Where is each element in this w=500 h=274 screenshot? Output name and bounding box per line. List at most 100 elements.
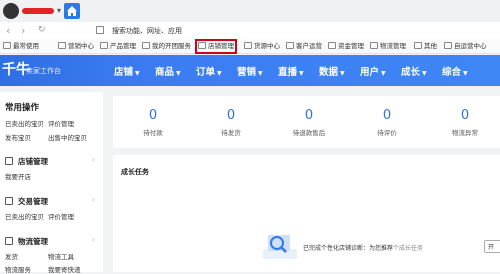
folder-icon xyxy=(3,42,11,49)
folder-icon xyxy=(142,42,150,49)
menu-label: 用户 xyxy=(360,67,380,78)
bookmark-other[interactable]: 其他 xyxy=(414,42,437,51)
stat-label: 待评价 xyxy=(377,129,397,137)
menu-marketing[interactable]: 营销 ▼ xyxy=(237,64,263,78)
sidebar: 常用操作 已卖出的宝贝 评价管理 发布宝贝 出售中的宝贝 店铺管理 › 我要开店… xyxy=(0,92,103,274)
start-button[interactable]: 开 xyxy=(484,240,500,253)
sidebar-link[interactable]: 发布宝贝 xyxy=(5,132,31,142)
sidebar-link[interactable]: 已卖出的宝贝 xyxy=(5,211,44,221)
folder-icon xyxy=(244,42,252,49)
growth-title: 成长任务 xyxy=(121,168,149,176)
bookmark-label: 客户运营 xyxy=(296,42,322,50)
sidebar-section-store[interactable]: 店铺管理 xyxy=(5,156,48,167)
sidebar-link[interactable]: 评价管理 xyxy=(48,118,74,128)
home-icon xyxy=(67,6,77,16)
stat-label: 待发货 xyxy=(221,129,241,137)
chevron-down-icon: ▼ xyxy=(176,70,181,77)
chevron-down-icon: ▼ xyxy=(463,70,468,77)
bookmark-products[interactable]: 产品管理 xyxy=(100,42,136,51)
dropdown-caret-icon[interactable]: ▾ xyxy=(57,6,61,15)
back-icon[interactable]: ‹ xyxy=(6,24,10,37)
bookmark-label: 店铺管理 xyxy=(208,42,234,50)
menu-users[interactable]: 用户 ▼ xyxy=(360,64,386,78)
forward-icon[interactable]: › xyxy=(21,24,25,37)
menu-general[interactable]: 综合 ▼ xyxy=(442,64,468,78)
search-input[interactable]: 搜索功能、网址、应用 xyxy=(112,26,182,36)
bookmark-funds[interactable]: 资金管理 xyxy=(328,42,364,51)
stat-value: 0 xyxy=(226,108,236,123)
sidebar-link[interactable]: 已卖出的宝贝 xyxy=(5,118,44,128)
browser-topbar: ▾ xyxy=(0,0,500,23)
trade-icon xyxy=(5,197,13,205)
stat-label: 待退款售后 xyxy=(292,129,326,137)
sidebar-title: 常用操作 xyxy=(5,103,40,113)
bookmark-most-used[interactable]: 最常使用 xyxy=(3,42,39,51)
info-link[interactable]: 为您推荐 xyxy=(369,245,393,252)
menu-label: 营销 xyxy=(237,67,257,78)
bookmark-store-management[interactable]: 店铺管理 xyxy=(195,39,237,54)
menu-products[interactable]: 商品 ▼ xyxy=(155,64,181,78)
menu-live[interactable]: 直播 ▼ xyxy=(278,64,304,78)
menu-orders[interactable]: 订单 ▼ xyxy=(196,64,222,78)
window-icon[interactable] xyxy=(96,26,104,34)
diagnosis-illustration-icon xyxy=(263,235,297,259)
reload-icon[interactable]: ↻ xyxy=(38,25,46,35)
menu-label: 店铺 xyxy=(114,67,134,78)
chevron-down-icon: ▼ xyxy=(299,70,304,77)
logo-subtitle: 卖家工作台 xyxy=(26,67,61,75)
chevron-right-icon[interactable]: › xyxy=(92,156,95,164)
bookmark-logistics[interactable]: 物流管理 xyxy=(370,42,406,51)
sidebar-link[interactable]: 物流工具 xyxy=(48,251,74,261)
folder-icon xyxy=(414,42,422,49)
home-tab-button[interactable] xyxy=(64,3,80,19)
bookmark-label: 其他 xyxy=(424,42,437,50)
diagnosis-info: 已完成个性化店铺诊断：为您推荐个成长任务 xyxy=(303,243,423,252)
section-label: 物流管理 xyxy=(18,237,48,246)
folder-icon xyxy=(328,42,336,49)
menu-label: 商品 xyxy=(155,67,175,78)
folder-icon xyxy=(370,42,378,49)
bookmark-label: 资金管理 xyxy=(338,42,364,50)
menu-label: 订单 xyxy=(196,67,216,78)
chevron-down-icon: ▼ xyxy=(340,70,345,77)
bookmark-label: 我的开团服务 xyxy=(152,42,191,50)
sidebar-link[interactable]: 我要开店 xyxy=(5,171,31,181)
section-label: 店铺管理 xyxy=(18,157,48,166)
chevron-right-icon[interactable]: › xyxy=(92,196,95,204)
sidebar-section-trade[interactable]: 交易管理 xyxy=(5,196,48,207)
bookmarks-bar: 最常使用 营销中心 产品管理 我的开团服务 店铺管理 货源中心 客户运营 资金管… xyxy=(0,39,500,54)
chevron-right-icon[interactable]: › xyxy=(92,236,95,244)
bookmark-label: 最常使用 xyxy=(13,42,39,50)
growth-tasks-card: 成长任务 已完成个性化店铺诊断：为您推荐个成长任务 开 xyxy=(113,155,500,272)
menu-label: 直播 xyxy=(278,67,298,78)
info-tail: 个成长任务 xyxy=(393,245,424,252)
bookmark-label: 物流管理 xyxy=(380,42,406,50)
sidebar-section-logistics[interactable]: 物流管理 xyxy=(5,236,48,247)
info-text: 已完成个性化店铺诊断： xyxy=(303,245,370,252)
menu-data[interactable]: 数据 ▼ xyxy=(319,64,345,78)
menu-store[interactable]: 店铺 ▼ xyxy=(114,64,140,78)
folder-icon xyxy=(100,42,108,49)
bookmark-group-service[interactable]: 我的开团服务 xyxy=(142,42,191,51)
folder-icon xyxy=(286,42,294,49)
sidebar-link[interactable]: 出售中的宝贝 xyxy=(48,132,87,142)
chevron-down-icon: ▼ xyxy=(422,70,427,77)
sidebar-link[interactable]: 物流服务 xyxy=(5,264,31,274)
bookmark-customers[interactable]: 客户运营 xyxy=(286,42,322,51)
order-stats-card: 0 待付款 0 待发货 0 待退款售后 0 待评价 0 物流异常 xyxy=(113,96,500,148)
sidebar-link[interactable]: 我要寄快递 xyxy=(48,264,81,274)
chevron-down-icon: ▼ xyxy=(258,70,263,77)
menu-label: 成长 xyxy=(401,67,421,78)
bookmark-marketing[interactable]: 营销中心 xyxy=(58,42,94,51)
menu-growth[interactable]: 成长 ▼ xyxy=(401,64,427,78)
sidebar-link[interactable]: 发货 xyxy=(5,251,18,261)
folder-icon xyxy=(444,42,452,49)
stat-label: 物流异常 xyxy=(452,129,478,137)
sidebar-link[interactable]: 评价管理 xyxy=(48,211,74,221)
chevron-down-icon: ▼ xyxy=(135,70,140,77)
bookmark-self-operation[interactable]: 自运营中心 xyxy=(444,42,487,51)
bookmark-sourcing[interactable]: 货源中心 xyxy=(244,42,280,51)
avatar[interactable] xyxy=(3,3,19,19)
app-header: 千牛 卖家工作台 店铺 ▼ 商品 ▼ 订单 ▼ 营销 ▼ 直播 ▼ 数据 ▼ 用户 ▼ 成长 ▼… xyxy=(0,55,500,86)
section-label: 交易管理 xyxy=(18,197,48,206)
